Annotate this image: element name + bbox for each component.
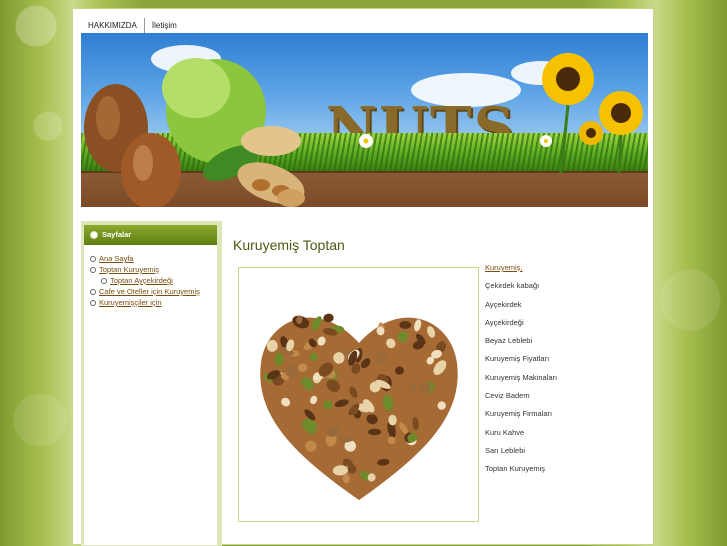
page-container: HAKKIMIZDA İletişim NUTS Sayfalar Ana Sa…: [72, 8, 654, 546]
daisy-center: [363, 138, 369, 144]
header-banner: NUTS: [81, 33, 648, 207]
sidebar-header: Sayfalar: [84, 225, 217, 245]
sidebar-link[interactable]: Ana Sayfa: [99, 254, 134, 263]
sidebar-menu: Ana Sayfa Toptan Kuruyemiş Toptan Ayçeki…: [84, 245, 217, 308]
bullet-icon: [90, 231, 98, 239]
sunflower: [599, 91, 643, 135]
sunflower: [542, 53, 594, 105]
banner-illustration: [84, 53, 643, 207]
keyword-link[interactable]: Kuru Kahve: [485, 427, 557, 445]
sidebar-title: Sayfalar: [102, 230, 132, 239]
keyword-link[interactable]: Beyaz Leblebi: [485, 335, 557, 353]
leaf-shape: [162, 58, 230, 118]
keyword-link[interactable]: Sarı Leblebi: [485, 445, 557, 463]
nut-piece: [399, 321, 412, 329]
keyword-link[interactable]: Kuruyemiş Firmaları: [485, 408, 557, 426]
keyword-link[interactable]: Kuruyemiş Fiyatları: [485, 353, 557, 371]
keyword-link-list: Kuruyemiş, Çekirdek kabağı Ayçekirdek Ay…: [485, 262, 557, 482]
sidebar-link[interactable]: Toptan Kuruyemiş: [99, 265, 159, 274]
sidebar-item-wholesale-sunflower: Toptan Ayçekirdeği: [90, 275, 217, 286]
peanut-shape: [241, 126, 301, 156]
heart-of-nuts-illustration: [260, 313, 458, 500]
sidebar-body: Ana Sayfa Toptan Kuruyemiş Toptan Ayçeki…: [84, 245, 217, 545]
sidebar-item-home: Ana Sayfa: [90, 253, 217, 264]
sidebar-item-nut-sellers: Kuruyemişçiler için: [90, 297, 217, 308]
peanut-kernel: [252, 179, 270, 191]
sidebar-item-wholesale-nuts: Toptan Kuruyemiş: [90, 264, 217, 275]
sidebar-item-cafe-hotels: Cafe ve Oteller için Kuruyemiş: [90, 286, 217, 297]
sunflower: [579, 121, 603, 145]
page-title: Kuruyemiş Toptan: [233, 237, 345, 253]
keyword-link[interactable]: Ayçekirdeği: [485, 317, 557, 335]
keyword-link[interactable]: Kuruyemiş Makinaları: [485, 372, 557, 390]
keyword-link[interactable]: Ceviz Badem: [485, 390, 557, 408]
keyword-link[interactable]: Ayçekirdek: [485, 299, 557, 317]
sidebar-link[interactable]: Kuruyemişçiler için: [99, 298, 162, 307]
hazelnut-shape: [133, 145, 153, 181]
keyword-link[interactable]: Toptan Kuruyemiş: [485, 463, 557, 481]
sidebar-link[interactable]: Toptan Ayçekirdeği: [110, 276, 173, 285]
sidebar-link[interactable]: Cafe ve Oteller için Kuruyemiş: [99, 287, 200, 296]
keyword-link[interactable]: Kuruyemiş,: [485, 262, 557, 280]
nut-piece: [368, 428, 382, 436]
sidebar: Sayfalar Ana Sayfa Toptan Kuruyemiş Topt…: [81, 221, 222, 546]
daisy-center: [544, 139, 548, 143]
hazelnut-shape: [96, 96, 120, 140]
keyword-link[interactable]: Çekirdek kabağı: [485, 280, 557, 298]
nuts-heart-image: [238, 267, 479, 522]
peanut-shape: [277, 189, 305, 207]
